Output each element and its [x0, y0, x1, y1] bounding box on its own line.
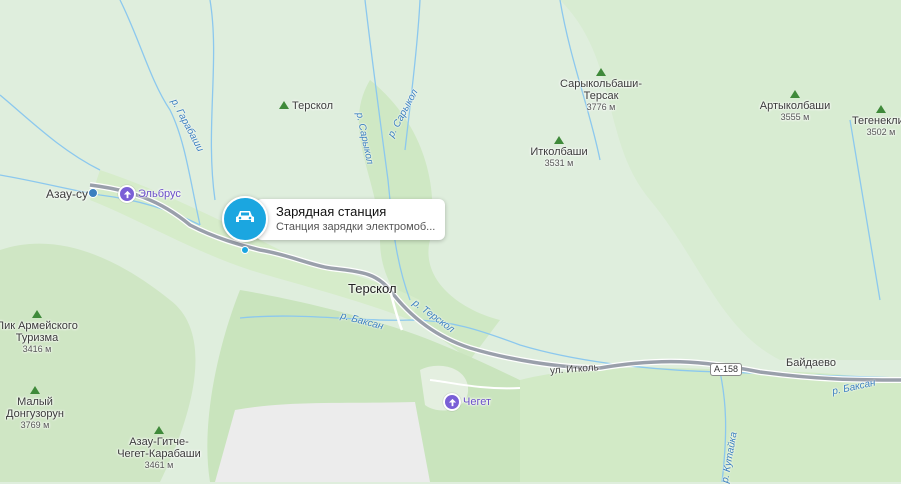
- mountain-icon: [554, 136, 564, 144]
- peak-name: Пик Армейского: [0, 320, 78, 332]
- charging-station-card[interactable]: Зарядная станция Станция зарядки электро…: [222, 196, 446, 242]
- peak-name-2: Донгузорун: [6, 408, 64, 420]
- card-title: Зарядная станция: [276, 203, 387, 219]
- peak-name: Тегенеклиб: [851, 115, 901, 127]
- place-cheget[interactable]: Чегет: [463, 396, 491, 408]
- peak-elevation: 3531 м: [544, 158, 574, 168]
- mountain-icon: [32, 310, 42, 318]
- peak-maly-donguzorun[interactable]: Малый Донгузорун 3769 м: [0, 386, 70, 430]
- peak-itkolbashi[interactable]: Итколбаши 3531 м: [524, 136, 594, 168]
- peak-name-2: Терсак: [583, 90, 619, 102]
- peak-name-2: Туризма: [15, 332, 59, 344]
- card-subtitle: Станция зарядки электромоб...: [276, 220, 436, 233]
- peak-army-tourism[interactable]: Пик Армейского Туризма 3416 м: [0, 310, 80, 354]
- azau-marker-icon: [88, 188, 98, 198]
- peak-elevation: 3461 м: [144, 460, 174, 470]
- peak-azau-gitche[interactable]: Азау-Гитче- Чегет-Карабаши 3461 м: [114, 426, 204, 470]
- peak-tegeneklib[interactable]: Тегенеклиб 3502 м: [846, 105, 901, 137]
- place-terskol-top[interactable]: Терскол: [292, 100, 333, 112]
- peak-elevation: 3769 м: [20, 420, 50, 430]
- charging-station-pin[interactable]: [222, 196, 268, 242]
- mountain-icon: [596, 68, 606, 76]
- card-bubble[interactable]: Зарядная станция Станция зарядки электро…: [256, 198, 446, 240]
- place-terskol-top-icon: [279, 101, 289, 109]
- mountain-icon: [790, 90, 800, 98]
- peak-name: Артыколбаши: [759, 100, 831, 112]
- car-icon: [234, 209, 256, 230]
- place-elbrus[interactable]: Эльбрус: [138, 188, 181, 200]
- peak-name: Сарыкольбаши-: [560, 78, 642, 90]
- peak-name: Малый: [17, 396, 53, 408]
- mountain-icon: [876, 105, 886, 113]
- cheget-poi-icon[interactable]: [443, 393, 461, 411]
- elbrus-poi-icon[interactable]: [118, 185, 136, 203]
- peak-name: Итколбаши: [530, 146, 588, 158]
- highway-shield[interactable]: А-158: [710, 363, 743, 376]
- peak-artykolbashi[interactable]: Артыколбаши 3555 м: [755, 90, 835, 122]
- peak-elevation: 3416 м: [22, 344, 52, 354]
- mountain-icon: [30, 386, 40, 394]
- place-azau[interactable]: Азау-су: [46, 188, 88, 200]
- peak-sarykolbashi[interactable]: Сарыкольбаши- Терсак 3776 м: [556, 68, 646, 112]
- peak-elevation: 3776 м: [586, 102, 616, 112]
- mountain-icon: [154, 426, 164, 434]
- peak-name: Азау-Гитче-: [129, 436, 189, 448]
- peak-elevation: 3502 м: [866, 127, 896, 137]
- station-location-dot: [241, 246, 249, 254]
- peak-elevation: 3555 м: [780, 112, 810, 122]
- peak-name-2: Чегет-Карабаши: [117, 448, 201, 460]
- place-baydaevo[interactable]: Байдаево: [786, 357, 836, 369]
- place-terskol-town[interactable]: Терскол: [348, 282, 397, 295]
